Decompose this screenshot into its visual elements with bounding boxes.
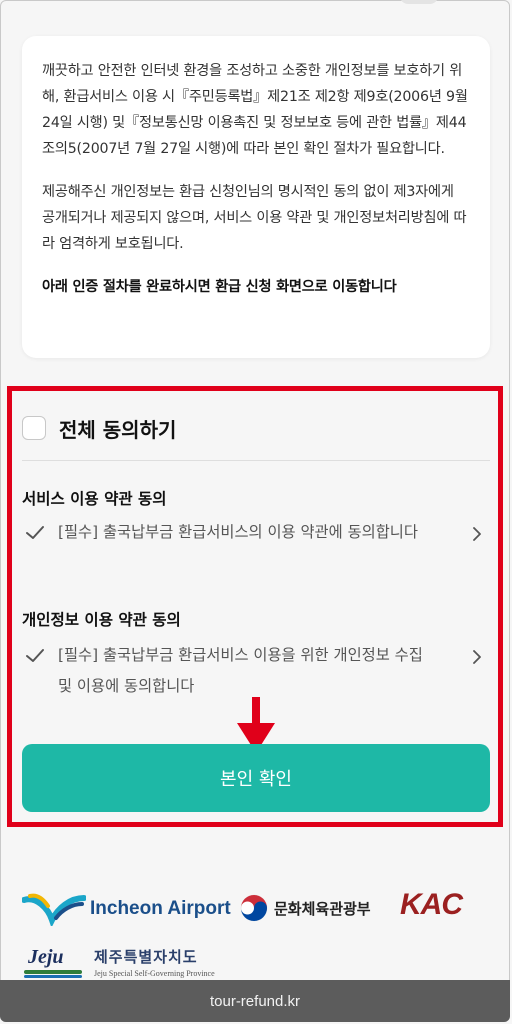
privacy-terms-text: [필수] 출국납부금 환급서비스 이용을 위한 개인정보 수집 및 이용에 동의… — [58, 646, 423, 695]
notice-paragraph-3: 아래 인증 절차를 완료하시면 환급 신청 화면으로 이동합니다 — [42, 279, 397, 295]
jeju-logo-text-group: 제주특별자치도 Jeju Special Self-Governing Prov… — [94, 946, 215, 978]
agree-all-label: 전체 동의하기 — [59, 417, 177, 442]
kac-logo-text: KAC — [400, 888, 463, 921]
chevron-right-icon[interactable] — [470, 527, 484, 541]
incheon-airport-logo-text: Incheon Airport — [90, 898, 231, 919]
identity-confirm-button[interactable]: 본인 확인 — [22, 744, 490, 812]
divider — [22, 460, 490, 461]
incheon-airport-emblem-icon — [22, 893, 86, 926]
service-terms-title: 서비스 이용 약관 동의 — [22, 490, 167, 508]
browser-url-bar[interactable]: tour-refund.kr — [0, 980, 510, 1022]
jeju-logo-en: Jeju Special Self-Governing Province — [94, 969, 215, 978]
agree-all-row[interactable]: 전체 동의하기 — [22, 410, 176, 446]
jeju-logo: Jeju 제주특별자치도 Jeju Special Self-Governing… — [22, 946, 215, 978]
service-terms-text: [필수] 출국납부금 환급서비스의 이용 약관에 동의합니다 — [58, 523, 418, 541]
taegeuk-icon — [240, 894, 268, 922]
chevron-right-icon[interactable] — [470, 650, 484, 664]
check-icon — [26, 649, 44, 662]
notice-paragraph-1: 깨끗하고 안전한 인터넷 환경을 조성하고 소중한 개인정보를 보호하기 위해,… — [42, 63, 468, 157]
mcst-logo: 문화체육관광부 — [240, 894, 371, 922]
notice-card: 깨끗하고 안전한 인터넷 환경을 조성하고 소중한 개인정보를 보호하기 위해,… — [22, 36, 490, 358]
privacy-terms-row[interactable]: [필수] 출국납부금 환급서비스 이용을 위한 개인정보 수집 및 이용에 동의… — [22, 640, 490, 702]
kac-logo: KAC — [400, 888, 463, 922]
mcst-logo-text: 문화체육관광부 — [274, 899, 371, 918]
notice-paragraph-2: 제공해주신 개인정보는 환급 신청인님의 명시적인 동의 없이 제3자에게 공개… — [42, 184, 467, 252]
jeju-emblem-text: Jeju — [28, 946, 64, 968]
privacy-terms-title: 개인정보 이용 약관 동의 — [22, 611, 181, 629]
scroll-indicator — [400, 0, 438, 4]
jeju-logo-kr: 제주특별자치도 — [94, 948, 198, 966]
incheon-airport-logo: Incheon Airport — [22, 892, 231, 926]
url-text: tour-refund.kr — [209, 992, 301, 1010]
agree-all-checkbox[interactable] — [22, 416, 46, 440]
jeju-emblem: Jeju — [22, 946, 84, 978]
check-icon — [26, 526, 44, 539]
service-terms-row[interactable]: [필수] 출국납부금 환급서비스의 이용 약관에 동의합니다 — [22, 517, 490, 548]
